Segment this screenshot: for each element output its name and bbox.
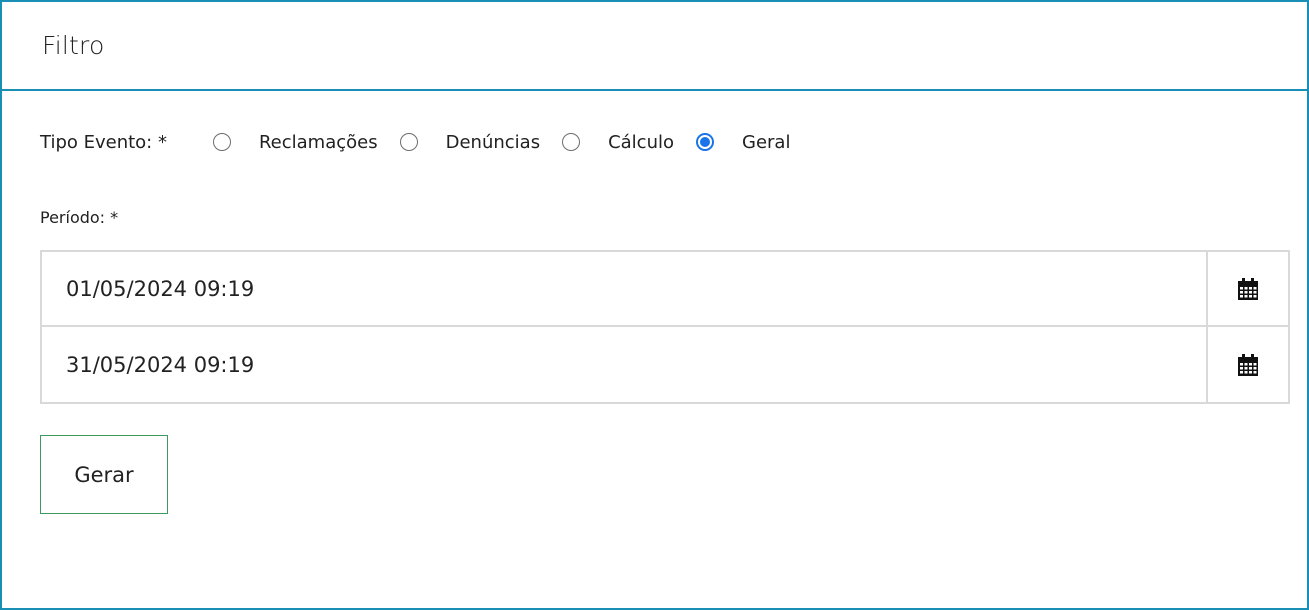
calendar-icon <box>1238 353 1258 376</box>
periodo-label: Período: * <box>40 208 119 227</box>
radio-button-calculo[interactable] <box>562 133 581 151</box>
radio-button-geral[interactable] <box>696 133 714 151</box>
date-start-calendar-button[interactable] <box>1206 252 1288 325</box>
radio-label-geral: Geral <box>742 131 791 153</box>
date-start-row <box>40 250 1290 327</box>
radio-label-reclamacoes: Reclamações <box>258 131 378 153</box>
radio-option-denuncias[interactable]: Denúncias <box>399 131 541 153</box>
radio-option-geral[interactable]: Geral <box>696 132 790 153</box>
radio-button-denuncias[interactable] <box>399 133 418 151</box>
radio-option-reclamacoes[interactable]: Reclamações <box>212 131 378 153</box>
generate-button[interactable]: Gerar <box>40 435 168 514</box>
radio-label-calculo: Cálculo <box>608 131 674 153</box>
date-end-input[interactable] <box>42 327 1206 402</box>
tipo-evento-group: Tipo Evento: * Reclamações Denúncias Cál… <box>40 124 812 160</box>
tipo-evento-label: Tipo Evento: * <box>40 131 167 153</box>
date-start-input[interactable] <box>42 252 1206 325</box>
date-end-calendar-button[interactable] <box>1206 327 1288 402</box>
date-end-row <box>40 327 1290 404</box>
radio-option-calculo[interactable]: Cálculo <box>562 132 674 153</box>
radio-button-reclamacoes[interactable] <box>212 133 231 151</box>
radio-label-denuncias: Denúncias <box>445 131 541 153</box>
panel-header: Filtro <box>2 2 1307 91</box>
panel-title: Filtro <box>42 31 105 60</box>
calendar-icon <box>1238 277 1258 300</box>
